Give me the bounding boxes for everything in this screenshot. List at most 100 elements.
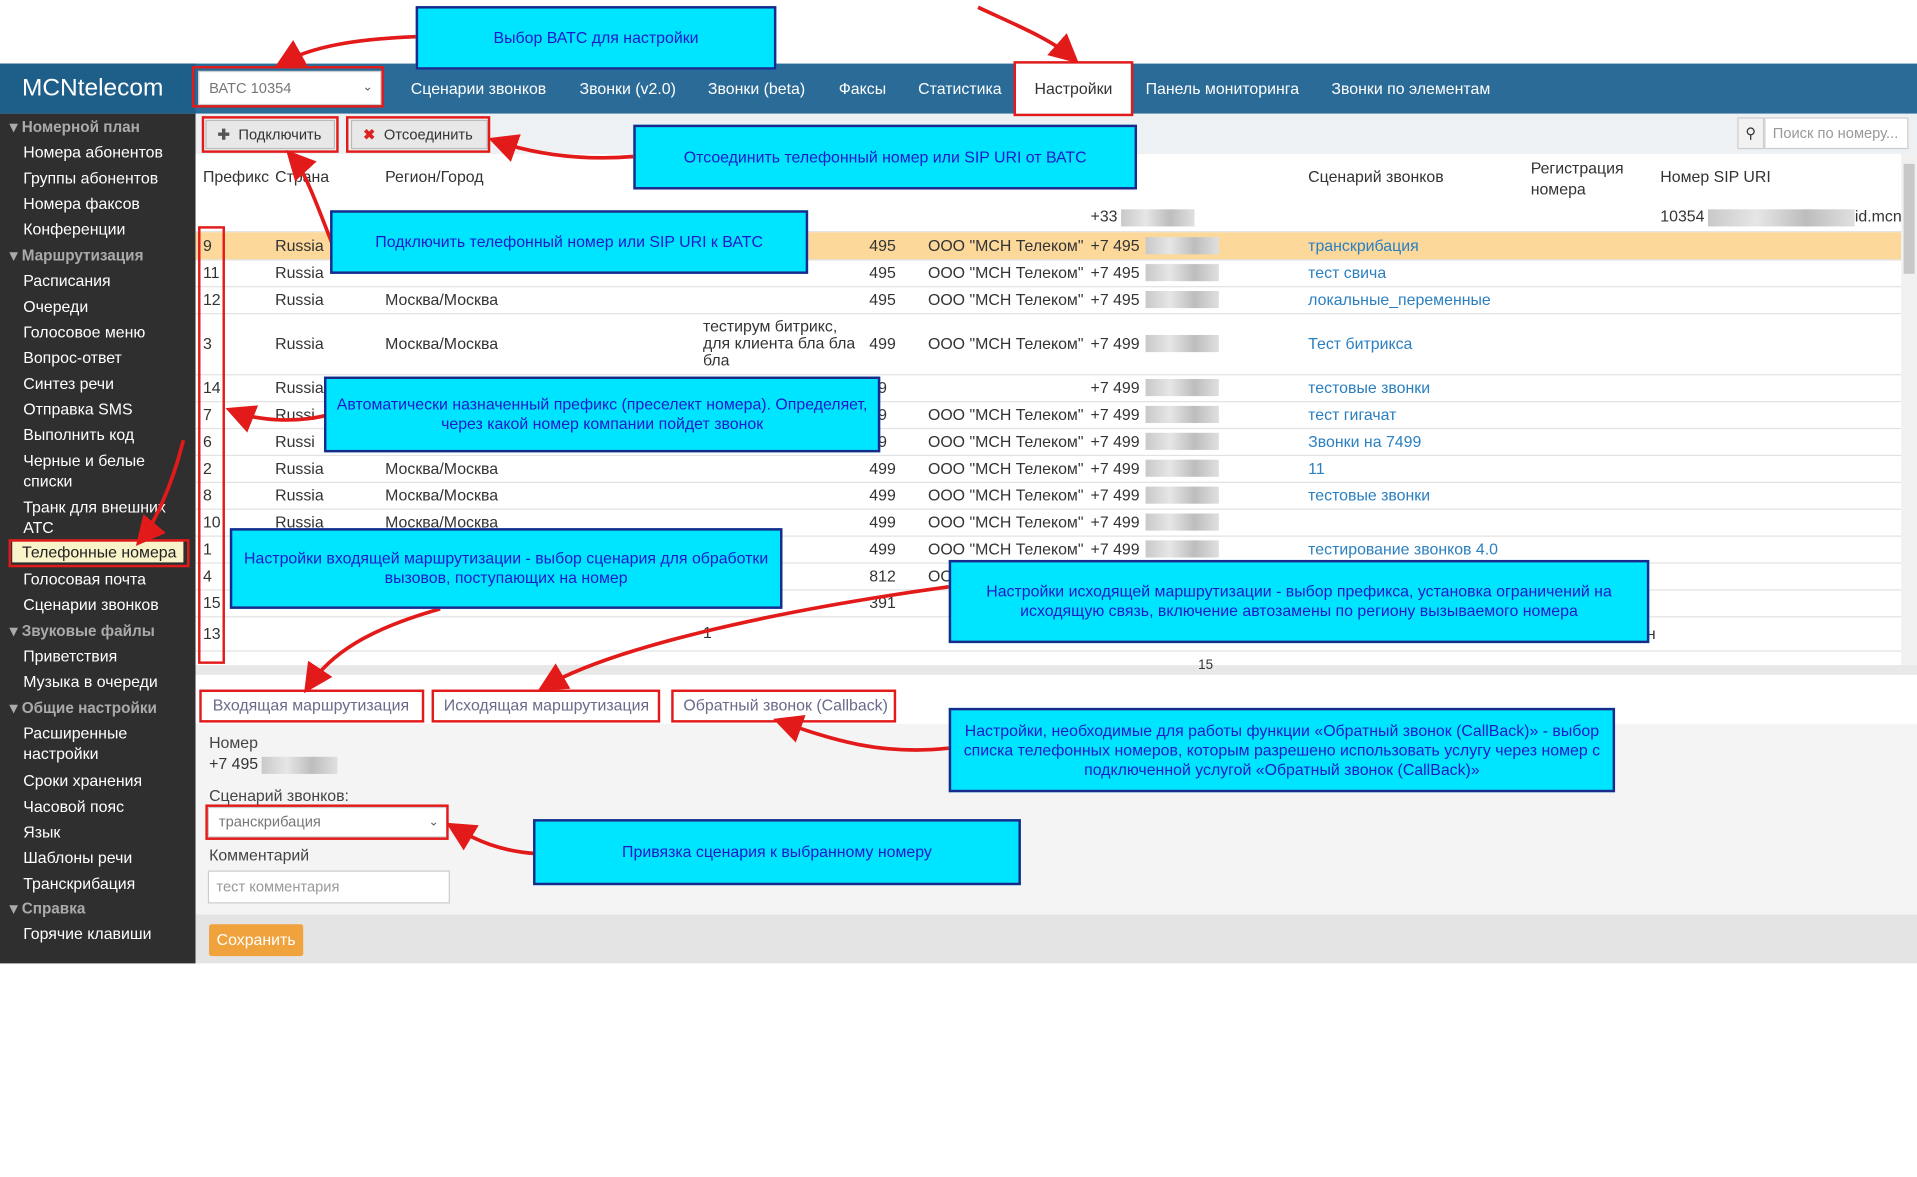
- sip-cell: 10354 id.mcn.ru: [1660, 207, 1901, 226]
- sidebar-section-help[interactable]: ▾ Справка: [10, 899, 86, 917]
- sidebar-item-speech-templates[interactable]: Шаблоны речи: [23, 847, 132, 868]
- nav-tab-monitoring[interactable]: Панель мониторинга: [1146, 64, 1299, 114]
- sidebar-section-label: Справка: [21, 899, 86, 917]
- app-logo: MCNtelecom: [0, 63, 196, 114]
- scenario-cell[interactable]: транскрибация: [1308, 237, 1419, 255]
- nav-tab-calls-by-element[interactable]: Звонки по элементам: [1331, 64, 1490, 114]
- table-row[interactable]: 12 Russia Москва/Москва 495 ООО "МСН Телеком…: [195, 286, 1902, 315]
- annotation-box-scenario: [205, 804, 449, 840]
- nav-tab-calls-beta[interactable]: Звонки (beta): [708, 64, 805, 114]
- table-row[interactable]: 2 Russia Москва/Москва 499 ООО "МСН Телеком"…: [195, 455, 1902, 483]
- number-cell: +7 495: [1090, 263, 1140, 282]
- code-cell: 495: [869, 263, 896, 282]
- scenario-cell[interactable]: Тест битрикса: [1308, 334, 1412, 352]
- number-prefix: +33: [1090, 206, 1118, 226]
- region-cell: Москва/Москва: [385, 290, 499, 309]
- sidebar-item-greetings[interactable]: Приветствия: [23, 646, 117, 667]
- scrollbar-thumb[interactable]: [1903, 163, 1915, 274]
- sidebar-section-general-settings[interactable]: ▾ Общие настройки: [10, 698, 157, 716]
- code-cell: 499: [869, 334, 896, 353]
- table-scrollbar[interactable]: [1901, 154, 1917, 668]
- column-header-scenario[interactable]: Сценарий звонков: [1308, 167, 1443, 185]
- sidebar-item-retention[interactable]: Сроки хранения: [23, 770, 142, 791]
- table-row[interactable]: 3 Russia Москва/Москва тестирум битрикс, дл…: [195, 313, 1902, 376]
- number-cell: +7 499: [1090, 378, 1140, 397]
- sidebar-section-label: Общие настройки: [21, 699, 157, 717]
- operator-cell: ООО "МСН Телеком": [927, 432, 1084, 451]
- column-header-sip-uri[interactable]: Номер SIP URI: [1660, 167, 1770, 185]
- operator-cell: ООО "МСН Телеком": [927, 263, 1084, 282]
- sidebar-item-timezone[interactable]: Часовой пояс: [23, 796, 124, 817]
- scenario-cell[interactable]: локальные_переменные: [1308, 290, 1491, 308]
- sidebar-item-transcription[interactable]: Транскрибация: [23, 873, 135, 894]
- callout-connect: Подключить телефонный номер или SIP URI …: [330, 210, 809, 274]
- sidebar-item-execute-code[interactable]: Выполнить код: [23, 424, 134, 445]
- scenario-cell[interactable]: тест гигачат: [1308, 405, 1396, 423]
- sidebar-item-call-scenarios[interactable]: Сценарии звонков: [23, 594, 158, 615]
- scenario-cell[interactable]: тестовые звонки: [1308, 486, 1430, 504]
- column-header-registration[interactable]: Регистрация номера: [1531, 158, 1641, 200]
- number-cell: +7 499: [1090, 512, 1140, 532]
- column-header-region[interactable]: Регион/Город: [385, 167, 483, 185]
- save-button[interactable]: Сохранить: [209, 924, 304, 957]
- callout-prefix: Автоматически назначенный префикс (пресе…: [323, 376, 881, 453]
- scenario-cell[interactable]: 11: [1308, 459, 1325, 477]
- nav-tab-scenarios[interactable]: Сценарии звонков: [411, 64, 546, 114]
- sidebar-item-hotkeys[interactable]: Горячие клавиши: [23, 923, 151, 944]
- sidebar-item-send-sms[interactable]: Отправка SMS: [23, 399, 132, 420]
- comment-cell: 1: [702, 623, 712, 642]
- sidebar-item-voice-menu[interactable]: Голосовое меню: [23, 322, 145, 343]
- sidebar-section-numbering[interactable]: ▾ Номерной план: [10, 117, 140, 136]
- comment-input[interactable]: тест комментария: [207, 870, 450, 904]
- sidebar-item-queues[interactable]: Очереди: [23, 296, 88, 317]
- search-button[interactable]: ⚲: [1737, 117, 1765, 150]
- nav-tab-statistics[interactable]: Статистика: [918, 64, 1001, 114]
- operator-cell: ООО "МСН Телеком": [927, 236, 1084, 255]
- nav-tab-faxes[interactable]: Факсы: [839, 64, 886, 114]
- scenario-cell[interactable]: тестовые звонки: [1308, 378, 1430, 396]
- country-cell: Russia: [275, 263, 324, 282]
- comment-label: Комментарий: [209, 846, 310, 865]
- table-row[interactable]: 8 Russia Москва/Москва 499 ООО "МСН Телеком"…: [195, 482, 1902, 510]
- sidebar-item-question-answer[interactable]: Вопрос-ответ: [23, 347, 122, 368]
- nav-tab-calls-v2[interactable]: Звонки (v2.0): [580, 64, 676, 114]
- code-cell: 499: [869, 485, 896, 505]
- number-cell: +33: [1091, 207, 1195, 226]
- scenario-cell[interactable]: тест свича: [1308, 263, 1386, 281]
- sidebar-item-external-trunk[interactable]: Транк для внешних АТС: [23, 496, 176, 538]
- sidebar-item-subscriber-groups[interactable]: Группы абонентов: [23, 167, 158, 188]
- blurred-value: [1145, 334, 1219, 353]
- scenario-cell[interactable]: тестирование звонков 4.0: [1308, 540, 1498, 558]
- column-header-prefix[interactable]: Префикс: [203, 167, 269, 185]
- sidebar-item-subscriber-numbers[interactable]: Номера абонентов: [23, 142, 163, 163]
- search-input[interactable]: Поиск по номеру...: [1764, 117, 1909, 150]
- sip-value: 10354: [1660, 206, 1705, 226]
- arrow-batc: [274, 34, 416, 68]
- annotation-box-prefix: [198, 226, 225, 664]
- number-cell: +7 495: [1090, 290, 1140, 309]
- sidebar-item-black-white-lists[interactable]: Черные и белые списки: [23, 450, 182, 492]
- sidebar-item-fax-numbers[interactable]: Номера факсов: [23, 193, 140, 214]
- sidebar-item-queue-music[interactable]: Музыка в очереди: [23, 671, 158, 692]
- sidebar-item-voicemail[interactable]: Голосовая почта: [23, 569, 146, 590]
- sidebar-section-routing[interactable]: ▾ Маршрутизация: [10, 246, 144, 264]
- blurred-value: [1145, 540, 1219, 558]
- column-header-country[interactable]: Страна: [275, 167, 329, 185]
- country-cell: Russia: [275, 485, 324, 505]
- sidebar-section-label: Номерной план: [21, 118, 140, 136]
- blurred-value: [1145, 379, 1219, 397]
- sidebar-item-speech-synthesis[interactable]: Синтез речи: [23, 373, 114, 394]
- sidebar-item-advanced-settings[interactable]: Расширенные настройки: [23, 723, 176, 765]
- blurred-value: [1145, 486, 1219, 504]
- sidebar-item-conferences[interactable]: Конференции: [23, 219, 125, 240]
- panel-splitter[interactable]: 15: [195, 658, 1917, 675]
- scenario-cell[interactable]: Звонки на 7499: [1308, 432, 1421, 450]
- sidebar-item-schedules[interactable]: Расписания: [23, 270, 110, 291]
- sidebar-section-sound-files[interactable]: ▾ Звуковые файлы: [10, 621, 155, 639]
- code-cell: 495: [869, 236, 896, 255]
- region-cell: Москва/Москва: [385, 334, 499, 353]
- number-cell: +7 499: [1090, 539, 1140, 559]
- operator-cell: ООО "МСН Телеком": [927, 334, 1084, 353]
- blurred-value: [1145, 459, 1219, 477]
- sidebar-item-language[interactable]: Язык: [23, 822, 60, 843]
